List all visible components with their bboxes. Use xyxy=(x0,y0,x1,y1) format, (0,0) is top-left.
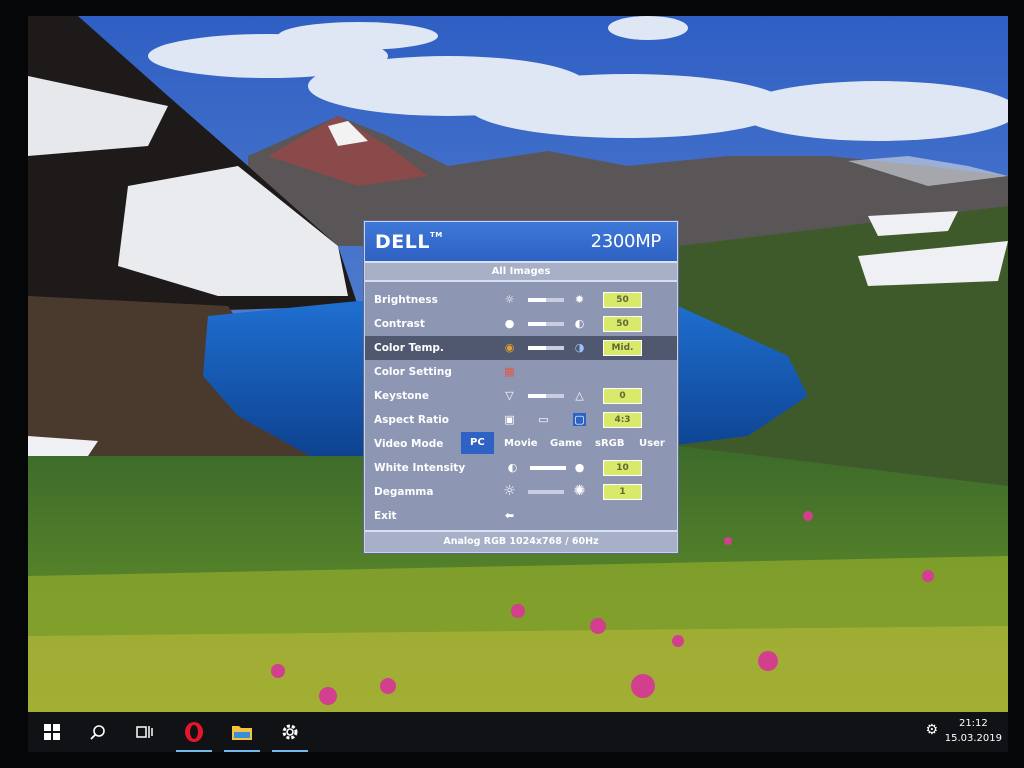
opera-icon[interactable] xyxy=(172,712,216,752)
menu-item-label: Color Temp. xyxy=(374,342,444,354)
degamma-slider[interactable] xyxy=(528,490,564,494)
menu-item-contrast[interactable]: Contrast ● ◐ 50 xyxy=(365,312,677,336)
clock-date: 15.03.2019 xyxy=(944,733,1002,744)
menu-item-label: Keystone xyxy=(374,390,429,402)
aspect-original-icon[interactable]: ▣ xyxy=(503,413,516,426)
menu-item-label: Aspect Ratio xyxy=(374,414,449,426)
menu-item-label: Degamma xyxy=(374,486,434,498)
menu-item-keystone[interactable]: Keystone ▽ △ 0 xyxy=(365,384,677,408)
video-mode-game[interactable]: Game xyxy=(550,438,582,449)
network-icon[interactable]: ⚙ xyxy=(925,722,938,738)
video-mode-user[interactable]: User xyxy=(639,438,665,449)
contrast-high-icon: ◐ xyxy=(574,317,585,330)
color-cool-icon: ◑ xyxy=(574,341,585,354)
menu-item-label: Video Mode xyxy=(374,438,444,450)
keystone-up-icon: △ xyxy=(575,389,584,402)
model-name: 2300MP xyxy=(590,231,662,252)
video-mode-pc[interactable]: PC xyxy=(461,432,494,454)
aspect-ratio-value: 4:3 xyxy=(603,412,642,428)
white-high-icon: ● xyxy=(574,461,585,474)
osd-item-list: Brightness ☼ ✹ 50 Contrast ● ◐ 50 Color … xyxy=(365,282,677,528)
aspect-16-9-icon[interactable]: ▭ xyxy=(537,413,550,426)
osd-subtitle: All Images xyxy=(365,263,677,282)
keystone-value: 0 xyxy=(603,388,642,404)
keystone-slider[interactable] xyxy=(528,394,564,398)
color-temp-slider[interactable] xyxy=(528,346,564,350)
search-icon[interactable] xyxy=(76,712,120,752)
menu-item-label: Brightness xyxy=(374,294,438,306)
color-temp-value: Mid. xyxy=(603,340,642,356)
brightness-low-icon: ☼ xyxy=(504,293,515,306)
menu-item-label: Exit xyxy=(374,510,397,522)
contrast-value: 50 xyxy=(603,316,642,332)
task-view-icon[interactable] xyxy=(122,712,166,752)
menu-item-label: Color Setting xyxy=(374,366,452,378)
menu-item-label: Contrast xyxy=(374,318,425,330)
menu-item-video-mode[interactable]: Video Mode PC Movie Game sRGB User xyxy=(365,432,677,456)
menu-item-label: White Intensity xyxy=(374,462,466,474)
video-mode-srgb[interactable]: sRGB xyxy=(595,438,624,449)
dell-logo: DELLTM xyxy=(375,231,443,253)
keystone-down-icon: ▽ xyxy=(505,389,514,402)
contrast-low-icon: ● xyxy=(504,317,515,330)
white-intensity-value: 10 xyxy=(603,460,642,476)
color-warm-icon: ◉ xyxy=(504,341,515,354)
menu-item-degamma[interactable]: Degamma ☼ ✺ 1 xyxy=(365,480,677,504)
exit-icon[interactable]: ⬅ xyxy=(503,509,516,522)
brightness-value: 50 xyxy=(603,292,642,308)
menu-item-color-setting[interactable]: Color Setting ▦ xyxy=(365,360,677,384)
clock[interactable]: 21:12 15.03.2019 xyxy=(945,716,1002,746)
windows-start-icon[interactable] xyxy=(30,712,74,752)
brightness-high-icon: ✹ xyxy=(574,293,585,306)
menu-item-white-intensity[interactable]: White Intensity ◐ ● 10 xyxy=(365,456,677,480)
brightness-slider[interactable] xyxy=(528,298,564,302)
settings-gear-icon[interactable] xyxy=(268,712,312,752)
aspect-4-3-icon[interactable]: ▢ xyxy=(573,413,586,426)
white-intensity-slider[interactable] xyxy=(530,466,566,470)
menu-item-aspect-ratio[interactable]: Aspect Ratio ▣ ▭ ▢ 4:3 xyxy=(365,408,677,432)
osd-header: DELLTM 2300MP xyxy=(365,222,677,263)
contrast-slider[interactable] xyxy=(528,322,564,326)
file-explorer-icon[interactable] xyxy=(220,712,264,752)
taskbar: ⚙ 21:12 15.03.2019 xyxy=(28,712,1008,752)
degamma-high-icon: ✺ xyxy=(573,483,586,499)
menu-item-color-temp[interactable]: Color Temp. ◉ ◑ Mid. xyxy=(365,336,677,360)
clock-time: 21:12 xyxy=(958,718,988,729)
projector-osd-menu: DELLTM 2300MP All Images Brightness ☼ ✹ … xyxy=(364,221,678,553)
menu-item-exit[interactable]: Exit ⬅ xyxy=(365,504,677,528)
video-mode-movie[interactable]: Movie xyxy=(504,438,538,449)
osd-signal-info: Analog RGB 1024x768 / 60Hz xyxy=(365,530,677,552)
color-setting-icon: ▦ xyxy=(504,365,515,378)
degamma-low-icon: ☼ xyxy=(503,483,516,499)
menu-item-brightness[interactable]: Brightness ☼ ✹ 50 xyxy=(365,288,677,312)
degamma-value: 1 xyxy=(603,484,642,500)
white-low-icon: ◐ xyxy=(507,461,518,474)
